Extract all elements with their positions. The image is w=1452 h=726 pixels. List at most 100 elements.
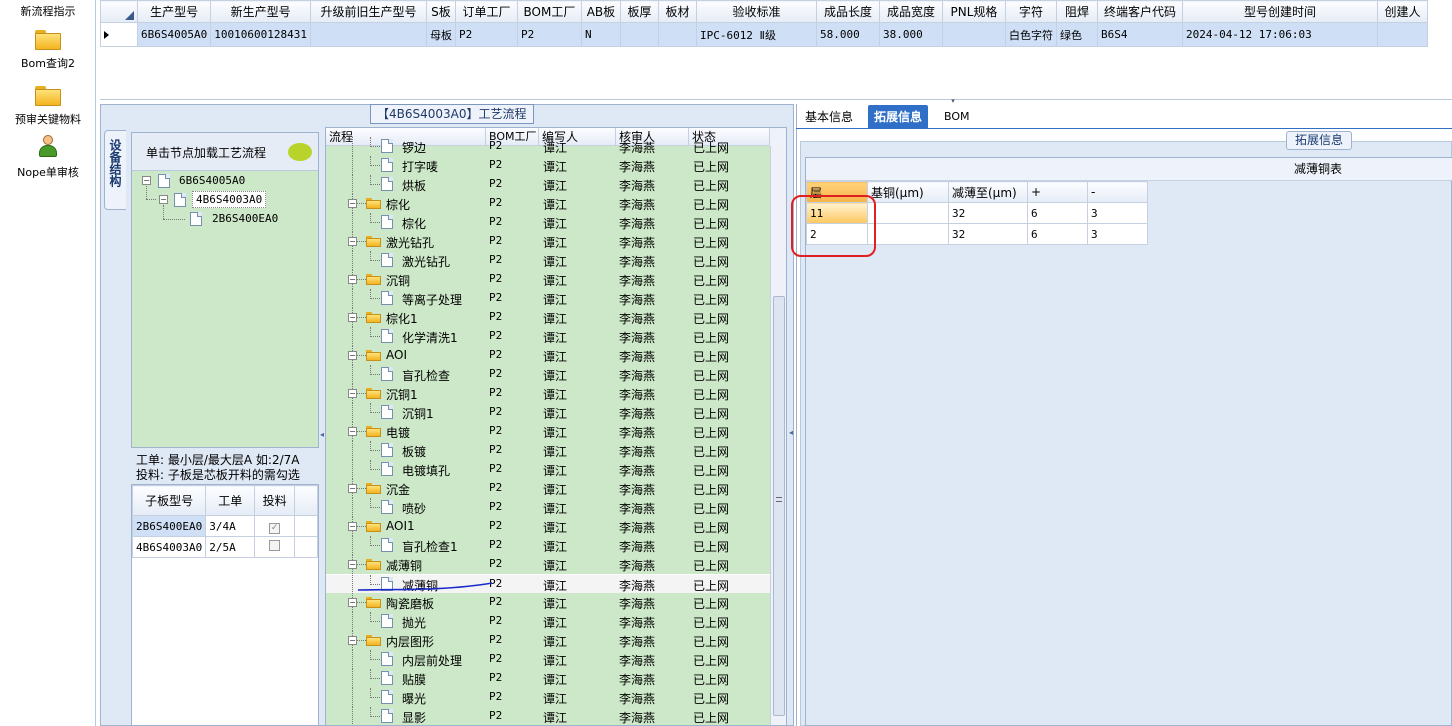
column-header[interactable]: 基铜(μm) xyxy=(867,181,949,203)
table-cell[interactable] xyxy=(867,223,949,245)
flow-row[interactable]: − 棕化 P2 谭江 李海燕 已上网 xyxy=(326,194,770,213)
collapse-icon[interactable]: − xyxy=(348,427,357,436)
flow-row[interactable]: − AOI P2 谭江 李海燕 已上网 xyxy=(326,346,770,365)
column-header[interactable]: 生产型号 xyxy=(136,0,212,23)
grid-cell[interactable]: 38.000 xyxy=(878,22,943,47)
flow-row[interactable]: 激光钻孔 P2 谭江 李海燕 已上网 xyxy=(326,251,770,270)
flow-row[interactable]: 曝光 P2 谭江 李海燕 已上网 xyxy=(326,688,770,707)
grid-cell[interactable] xyxy=(309,22,427,47)
flow-row[interactable]: − 棕化1 P2 谭江 李海燕 已上网 xyxy=(326,308,770,327)
column-header[interactable]: 验收标准 xyxy=(695,0,817,23)
grid-cell[interactable] xyxy=(619,22,659,47)
collapse-icon[interactable]: − xyxy=(348,560,357,569)
flow-row[interactable]: 打字唛 P2 谭江 李海燕 已上网 xyxy=(326,156,770,175)
flow-row[interactable]: 显影 P2 谭江 李海燕 已上网 xyxy=(326,707,770,725)
side-tab-device-structure[interactable]: 设备结构 xyxy=(104,130,126,210)
tab-extended-info[interactable]: 拓展信息 xyxy=(868,105,929,129)
column-header[interactable]: 阻焊 xyxy=(1055,0,1098,23)
flow-row[interactable]: − 内层图形 P2 谭江 李海燕 已上网 xyxy=(326,631,770,650)
table-cell[interactable]: 32 xyxy=(948,223,1028,245)
collapse-left-icon[interactable]: ◂ xyxy=(320,430,324,439)
flow-row[interactable]: 等离子处理 P2 谭江 李海燕 已上网 xyxy=(326,289,770,308)
flow-row[interactable]: − 沉铜1 P2 谭江 李海燕 已上网 xyxy=(326,384,770,403)
column-header[interactable]: + xyxy=(1027,181,1088,203)
collapse-icon[interactable]: − xyxy=(142,176,151,185)
column-header[interactable]: 新生产型号 xyxy=(210,0,311,23)
column-header[interactable]: 板材 xyxy=(657,0,697,23)
table-cell[interactable] xyxy=(867,202,949,224)
collapse-icon[interactable]: − xyxy=(348,636,357,645)
flow-row[interactable]: 内层前处理 P2 谭江 李海燕 已上网 xyxy=(326,650,770,669)
table-row[interactable]: 2B6S400EA0 3/4A ✓ xyxy=(131,515,319,537)
flow-row[interactable]: 锣边 P2 谭江 李海燕 已上网 xyxy=(326,137,770,156)
column-header[interactable]: 终端客户代码 xyxy=(1096,0,1183,23)
speech-bubble-icon[interactable] xyxy=(288,143,312,161)
flow-row[interactable]: 盲孔检查 P2 谭江 李海燕 已上网 xyxy=(326,365,770,384)
flow-row[interactable]: 盲孔检查1 P2 谭江 李海燕 已上网 xyxy=(326,536,770,555)
tab-bom[interactable]: BOM xyxy=(938,105,976,129)
nav-item-bom-query[interactable]: Bom查询2 xyxy=(0,30,96,71)
flow-row[interactable]: − 激光钻孔 P2 谭江 李海燕 已上网 xyxy=(326,232,770,251)
table-cell[interactable]: 6 xyxy=(1027,202,1088,224)
flow-row[interactable]: 沉铜1 P2 谭江 李海燕 已上网 xyxy=(326,403,770,422)
grid-cell[interactable] xyxy=(657,22,697,47)
column-header[interactable]: - xyxy=(1087,181,1148,203)
column-header[interactable]: 创建人 xyxy=(1376,0,1428,23)
grid-cell[interactable]: 2024-04-12 17:06:03 xyxy=(1181,22,1378,47)
collapse-icon[interactable]: − xyxy=(348,199,357,208)
column-header[interactable]: 成品宽度 xyxy=(878,0,943,23)
grid-cell[interactable]: B6S4 xyxy=(1096,22,1183,47)
grid-cell[interactable]: P2 xyxy=(454,22,518,47)
flow-row[interactable]: 电镀填孔 P2 谭江 李海燕 已上网 xyxy=(326,460,770,479)
table-cell[interactable]: 3 xyxy=(1087,223,1148,245)
feed-checkbox[interactable] xyxy=(254,536,295,558)
column-header[interactable]: 子板型号 xyxy=(131,485,207,516)
flow-row[interactable]: − 电镀 P2 谭江 李海燕 已上网 xyxy=(326,422,770,441)
column-header[interactable]: 型号创建时间 xyxy=(1181,0,1378,23)
flow-scrollbar[interactable] xyxy=(770,146,786,725)
collapse-icon[interactable]: − xyxy=(348,484,357,493)
flow-row[interactable]: − 沉金 P2 谭江 李海燕 已上网 xyxy=(326,479,770,498)
nav-item-prereview[interactable]: 预审关键物料 xyxy=(0,86,96,127)
collapse-icon[interactable]: − xyxy=(159,195,168,204)
flow-row[interactable]: 喷砂 P2 谭江 李海燕 已上网 xyxy=(326,498,770,517)
table-cell[interactable]: 3 xyxy=(1087,202,1148,224)
collapse-icon[interactable]: − xyxy=(348,389,357,398)
scroll-thumb[interactable] xyxy=(773,296,785,716)
column-header[interactable]: AB板 xyxy=(580,0,621,23)
flow-row[interactable]: 抛光 P2 谭江 李海燕 已上网 xyxy=(326,612,770,631)
collapse-icon[interactable]: − xyxy=(348,275,357,284)
collapse-icon[interactable]: − xyxy=(348,313,357,322)
flow-row[interactable]: 贴膜 P2 谭江 李海燕 已上网 xyxy=(326,669,770,688)
grid-cell[interactable]: 母板 xyxy=(425,22,456,47)
grid-cell[interactable]: 白色字符 xyxy=(1004,22,1057,47)
collapse-right-icon[interactable]: ◂ xyxy=(789,428,793,437)
tree-node-child[interactable]: 2B6S400EA0 xyxy=(212,212,278,225)
nav-item-new-flow[interactable]: 新流程指示 xyxy=(0,3,96,19)
nav-item-nope-review[interactable]: Nope单审核 xyxy=(0,134,96,180)
flow-row[interactable]: 棕化 P2 谭江 李海燕 已上网 xyxy=(326,213,770,232)
collapse-icon[interactable]: − xyxy=(348,351,357,360)
grid-cell[interactable]: IPC-6012 Ⅱ级 xyxy=(695,22,817,47)
column-header[interactable]: 字符 xyxy=(1004,0,1057,23)
column-header[interactable]: 升级前旧生产型号 xyxy=(309,0,427,23)
column-header[interactable]: S板 xyxy=(425,0,456,23)
row-indicator[interactable] xyxy=(100,22,138,47)
flow-row[interactable]: − 减薄铜 P2 谭江 李海燕 已上网 xyxy=(326,555,770,574)
grid-cell[interactable]: 绿色 xyxy=(1055,22,1098,47)
grid-cell[interactable]: P2 xyxy=(516,22,582,47)
column-header[interactable]: 成品长度 xyxy=(815,0,880,23)
column-header[interactable]: 投料 xyxy=(254,485,295,516)
collapse-icon[interactable]: − xyxy=(348,522,357,531)
table-cell[interactable]: 6 xyxy=(1027,223,1088,245)
feed-checkbox[interactable]: ✓ xyxy=(254,515,295,537)
column-header[interactable]: 板厚 xyxy=(619,0,659,23)
tree-node-selected[interactable]: 4B6S4003A0 xyxy=(192,191,267,208)
flow-row[interactable]: 烘板 P2 谭江 李海燕 已上网 xyxy=(326,175,770,194)
flow-row[interactable]: − AOI1 P2 谭江 李海燕 已上网 xyxy=(326,517,770,536)
collapse-icon[interactable]: − xyxy=(348,598,357,607)
grid-corner[interactable] xyxy=(100,0,138,23)
collapse-icon[interactable]: − xyxy=(348,237,357,246)
flow-row[interactable]: 板镀 P2 谭江 李海燕 已上网 xyxy=(326,441,770,460)
tab-basic-info[interactable]: 基本信息 xyxy=(799,105,859,129)
